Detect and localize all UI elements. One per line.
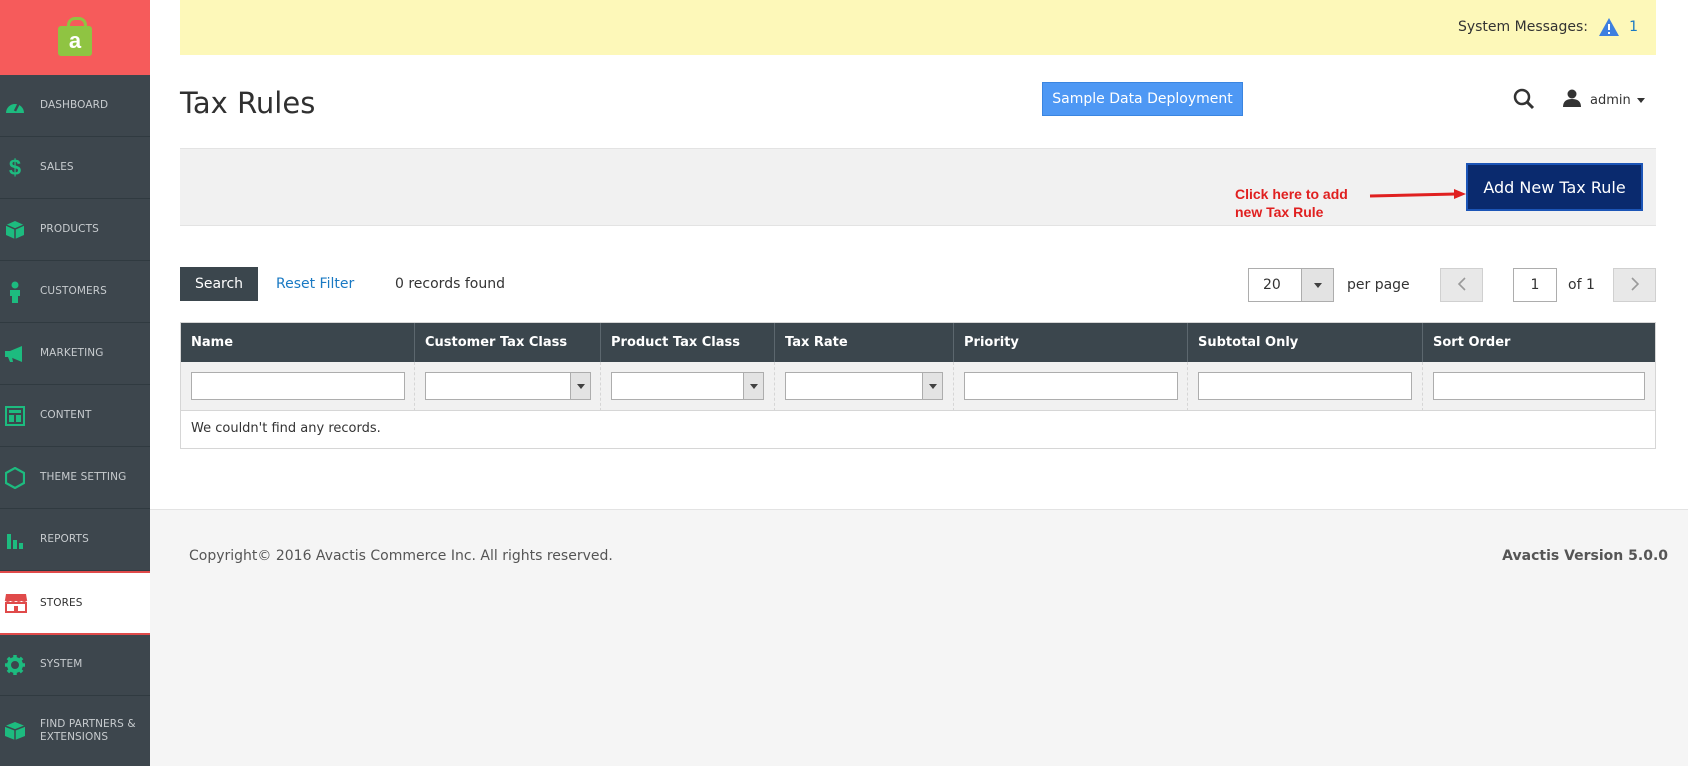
column-header-sort-order[interactable]: Sort Order xyxy=(1423,323,1655,362)
chevron-left-icon xyxy=(1457,275,1467,296)
cube-icon xyxy=(4,720,26,742)
sidebar-item-label: STORES xyxy=(40,596,83,609)
system-messages-count[interactable]: 1 xyxy=(1629,19,1638,35)
filter-cell xyxy=(1423,362,1655,411)
column-header-customer-tax-class[interactable]: Customer Tax Class xyxy=(415,323,601,362)
logo-letter: a xyxy=(68,27,82,53)
filter-cell xyxy=(775,362,954,411)
shopping-bag-logo-icon: a xyxy=(58,16,92,56)
column-header-subtotal-only[interactable]: Subtotal Only xyxy=(1188,323,1423,362)
sidebar-item-label: PRODUCTS xyxy=(40,223,99,235)
filter-cell xyxy=(415,362,601,411)
user-icon xyxy=(1562,89,1582,111)
dollar-icon: $ xyxy=(8,154,22,180)
sidebar: a DASHBOARD $ SALES PRODUCTS CUSTOMERS M… xyxy=(0,0,150,766)
gear-icon xyxy=(4,654,26,676)
per-page-select[interactable]: 20 xyxy=(1248,268,1334,302)
sidebar-item-label: MARKETING xyxy=(40,347,104,359)
user-name: admin xyxy=(1590,92,1631,108)
empty-records-message: We couldn't find any records. xyxy=(191,421,381,436)
layout-icon xyxy=(4,405,26,427)
chevron-down-icon xyxy=(570,373,590,399)
column-header-priority[interactable]: Priority xyxy=(954,323,1188,362)
hexagon-icon xyxy=(4,466,26,489)
person-icon xyxy=(4,281,26,303)
megaphone-icon xyxy=(4,343,26,365)
annotation-arrow-icon xyxy=(1368,184,1468,203)
filter-cell xyxy=(181,362,415,411)
column-header-product-tax-class[interactable]: Product Tax Class xyxy=(601,323,775,362)
sidebar-item-label: CONTENT xyxy=(40,409,92,421)
admin-user-menu[interactable]: admin xyxy=(1562,89,1645,111)
storefront-icon xyxy=(4,592,28,614)
total-pages: of 1 xyxy=(1568,277,1595,293)
filter-cell xyxy=(954,362,1188,411)
search-icon[interactable] xyxy=(1513,88,1535,114)
tax-rate-filter-select[interactable] xyxy=(785,372,943,400)
filter-cell xyxy=(1188,362,1423,411)
tax-rules-grid: Name Customer Tax Class Product Tax Clas… xyxy=(180,322,1656,449)
column-header-tax-rate[interactable]: Tax Rate xyxy=(775,323,954,362)
sidebar-item-label: CUSTOMERS xyxy=(40,285,107,297)
chevron-down-icon xyxy=(1636,97,1645,103)
sidebar-item-find-partners[interactable]: FIND PARTNERS & EXTENSIONS xyxy=(0,696,150,766)
sidebar-item-label: DASHBOARD xyxy=(40,99,109,111)
sidebar-item-system[interactable]: SYSTEM xyxy=(0,634,150,696)
per-page-label: per page xyxy=(1347,277,1410,293)
name-filter-input[interactable] xyxy=(191,372,405,400)
records-found-count: 0 records found xyxy=(395,276,505,292)
chevron-down-icon xyxy=(922,373,942,399)
customer-tax-class-filter-select[interactable] xyxy=(425,372,591,400)
filter-cell xyxy=(601,362,775,411)
sidebar-item-label: SALES xyxy=(40,161,74,173)
per-page-value: 20 xyxy=(1263,277,1281,293)
sidebar-item-label: THEME SETTING xyxy=(40,471,127,483)
sidebar-item-marketing[interactable]: MARKETING xyxy=(0,323,150,385)
table-header: Name Customer Tax Class Product Tax Clas… xyxy=(181,323,1655,362)
chevron-down-icon xyxy=(743,373,763,399)
footer-divider xyxy=(150,509,1688,510)
sidebar-item-customers[interactable]: CUSTOMERS xyxy=(0,261,150,323)
sidebar-item-label: SYSTEM xyxy=(40,658,83,670)
search-button[interactable]: Search xyxy=(180,267,258,301)
sidebar-item-content[interactable]: CONTENT xyxy=(0,385,150,447)
sort-order-filter-input[interactable] xyxy=(1433,372,1645,400)
chevron-right-icon xyxy=(1630,275,1640,296)
chevron-down-icon[interactable] xyxy=(1301,269,1333,301)
version-text: Avactis Version 5.0.0 xyxy=(1502,548,1668,564)
page-number-input[interactable]: 1 xyxy=(1513,268,1557,302)
reset-filter-link[interactable]: Reset Filter xyxy=(276,276,354,292)
sample-data-deployment-button[interactable]: Sample Data Deployment xyxy=(1042,82,1243,116)
page-title: Tax Rules xyxy=(180,86,316,120)
sidebar-item-sales[interactable]: $ SALES xyxy=(0,137,150,199)
system-messages-label: System Messages: xyxy=(1457,19,1588,35)
add-new-tax-rule-button[interactable]: Add New Tax Rule xyxy=(1466,163,1643,211)
sidebar-item-dashboard[interactable]: DASHBOARD xyxy=(0,75,150,137)
priority-filter-input[interactable] xyxy=(964,372,1178,400)
sidebar-item-theme-setting[interactable]: THEME SETTING xyxy=(0,447,150,509)
system-messages-bar: System Messages: 1 xyxy=(180,0,1656,55)
sidebar-item-label: FIND PARTNERS & EXTENSIONS xyxy=(40,718,136,743)
product-tax-class-filter-select[interactable] xyxy=(611,372,764,400)
next-page-button[interactable] xyxy=(1613,268,1656,302)
sidebar-item-reports[interactable]: REPORTS xyxy=(0,509,150,571)
logo[interactable]: a xyxy=(0,0,150,75)
warning-icon[interactable] xyxy=(1598,17,1620,41)
sidebar-item-stores[interactable]: STORES xyxy=(0,571,150,635)
copyright-text: Copyright© 2016 Avactis Commerce Inc. Al… xyxy=(189,548,613,564)
sidebar-item-label: REPORTS xyxy=(40,533,89,545)
bar-chart-icon xyxy=(4,529,26,551)
box-icon xyxy=(4,219,26,241)
column-header-name[interactable]: Name xyxy=(181,323,415,362)
previous-page-button[interactable] xyxy=(1440,268,1483,302)
filter-row xyxy=(181,362,1655,411)
subtotal-only-filter-input[interactable] xyxy=(1198,372,1412,400)
annotation-text: Click here to add new Tax Rule xyxy=(1235,186,1348,220)
dashboard-icon xyxy=(4,95,26,117)
sidebar-item-products[interactable]: PRODUCTS xyxy=(0,199,150,261)
